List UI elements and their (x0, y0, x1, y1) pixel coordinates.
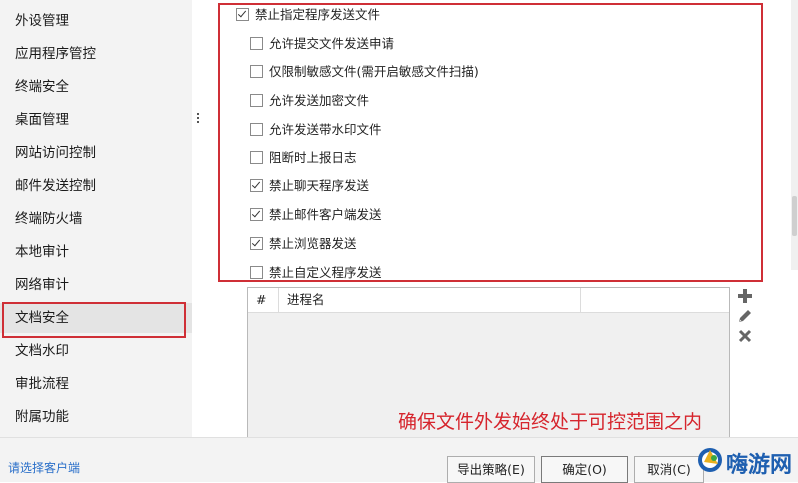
delete-icon[interactable] (736, 327, 754, 345)
sidebar-item-local-audit[interactable]: 本地审计 (0, 237, 192, 267)
sidebar-item-mail-control[interactable]: 邮件发送控制 (0, 171, 192, 201)
sidebar-item-label: 本地审计 (15, 244, 69, 260)
sidebar-item-web-access[interactable]: 网站访问控制 (0, 138, 192, 168)
checkbox[interactable] (236, 8, 249, 21)
watermark-text: 嗨游网 (726, 453, 793, 478)
annotation-text: 确保文件外发始终处于可控范围之内 (398, 411, 703, 433)
checkbox[interactable] (250, 208, 263, 221)
sidebar-item-label: 外设管理 (15, 13, 69, 29)
select-client-link[interactable]: 请选择客户端 (8, 459, 80, 476)
sidebar-item-label: 桌面管理 (15, 112, 69, 128)
sidebar-item-label: 终端防火墙 (15, 211, 83, 227)
splitter-handle[interactable] (196, 113, 200, 125)
option-label: 允许发送带水印文件 (269, 122, 382, 137)
sidebar-item-label: 邮件发送控制 (15, 178, 96, 194)
sidebar-item-doc-security[interactable]: 文档安全 (0, 303, 192, 333)
sidebar-item-label: 网站访问控制 (15, 145, 96, 161)
option-label: 允许提交文件发送申请 (269, 36, 395, 51)
option-allow-watermarked[interactable]: 允许发送带水印文件 (250, 121, 382, 139)
checkbox[interactable] (250, 266, 263, 279)
export-policy-button[interactable]: 导出策略(E) (447, 456, 535, 483)
scrollbar[interactable] (791, 0, 798, 270)
checkbox[interactable] (250, 94, 263, 107)
option-label: 仅限制敏感文件(需开启敏感文件扫描) (269, 64, 479, 79)
sidebar-item-network-audit[interactable]: 网络审计 (0, 270, 192, 300)
sidebar-item-extras[interactable]: 附属功能 (0, 402, 192, 432)
option-label: 禁止邮件客户端发送 (269, 207, 382, 222)
option-report-log[interactable]: 阻断时上报日志 (250, 149, 357, 167)
sidebar-item-label: 文档水印 (15, 343, 69, 359)
sidebar-item-label: 终端安全 (15, 79, 69, 95)
option-label: 禁止自定义程序发送 (269, 265, 382, 280)
option-block-custom[interactable]: 禁止自定义程序发送 (250, 264, 382, 282)
cancel-button[interactable]: 取消(C) (634, 456, 704, 483)
checkbox[interactable] (250, 179, 263, 192)
option-allow-encrypted[interactable]: 允许发送加密文件 (250, 92, 369, 110)
sidebar: 外设管理 应用程序管控 终端安全 桌面管理 网站访问控制 邮件发送控制 终端防火… (0, 0, 192, 437)
option-label: 禁止聊天程序发送 (269, 178, 370, 193)
sidebar-item-app-control[interactable]: 应用程序管控 (0, 39, 192, 69)
option-block-chat[interactable]: 禁止聊天程序发送 (250, 177, 369, 195)
sidebar-item-label: 网络审计 (15, 277, 69, 293)
add-icon[interactable] (736, 287, 754, 305)
site-logo-icon (698, 448, 722, 472)
checkbox[interactable] (250, 237, 263, 250)
checkbox[interactable] (250, 65, 263, 78)
ok-button[interactable]: 确定(O) (541, 456, 628, 483)
checkbox[interactable] (250, 37, 263, 50)
checkbox[interactable] (250, 123, 263, 136)
scrollbar-thumb[interactable] (792, 196, 797, 236)
sidebar-item-label: 附属功能 (15, 409, 69, 425)
sidebar-item-endpoint-security[interactable]: 终端安全 (0, 72, 192, 102)
sidebar-item-label: 文档安全 (15, 310, 69, 326)
table-actions (736, 287, 756, 347)
option-block-program-send[interactable]: 禁止指定程序发送文件 (236, 6, 380, 24)
sidebar-item-desktop[interactable]: 桌面管理 (0, 105, 192, 135)
option-label: 禁止指定程序发送文件 (255, 7, 381, 22)
table-header: # 进程名 (248, 288, 729, 313)
column-header-process[interactable]: 进程名 (279, 288, 581, 312)
sidebar-item-firewall[interactable]: 终端防火墙 (0, 204, 192, 234)
column-header-index[interactable]: # (248, 288, 279, 312)
sidebar-item-label: 审批流程 (15, 376, 69, 392)
checkbox[interactable] (250, 151, 263, 164)
option-label: 阻断时上报日志 (269, 150, 357, 165)
option-sensitive-only[interactable]: 仅限制敏感文件(需开启敏感文件扫描) (250, 63, 479, 81)
option-label: 允许发送加密文件 (269, 93, 370, 108)
sidebar-item-approval[interactable]: 审批流程 (0, 369, 192, 399)
column-header-empty (581, 288, 729, 312)
site-watermark: 嗨游网 (696, 440, 798, 481)
option-label: 禁止浏览器发送 (269, 236, 357, 251)
option-allow-request[interactable]: 允许提交文件发送申请 (250, 35, 394, 53)
sidebar-item-doc-watermark[interactable]: 文档水印 (0, 336, 192, 366)
edit-icon[interactable] (736, 307, 754, 325)
sidebar-item-peripheral[interactable]: 外设管理 (0, 6, 192, 36)
option-block-mail-client[interactable]: 禁止邮件客户端发送 (250, 206, 382, 224)
sidebar-item-label: 应用程序管控 (15, 46, 96, 62)
option-block-browser[interactable]: 禁止浏览器发送 (250, 235, 357, 253)
